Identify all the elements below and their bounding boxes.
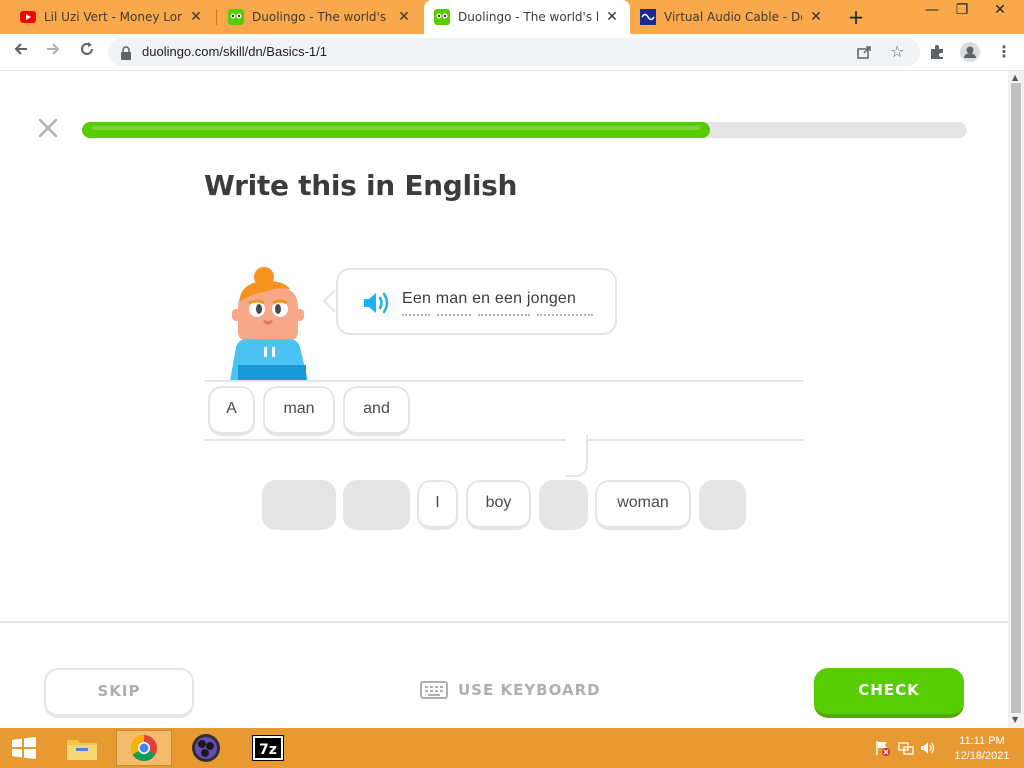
word-hint-underline bbox=[478, 314, 530, 316]
scroll-down-icon[interactable]: ▼ bbox=[1012, 715, 1018, 724]
word-bank-tile-used bbox=[699, 480, 746, 530]
address-bar[interactable]: duolingo.com/skill/dn/Basics-1/1 ☆ bbox=[108, 38, 920, 66]
back-icon[interactable] bbox=[10, 41, 32, 63]
use-keyboard-button[interactable]: USE KEYBOARD bbox=[420, 676, 601, 704]
youtube-icon bbox=[20, 9, 36, 25]
keyboard-icon bbox=[420, 681, 448, 699]
tab-duolingo-active[interactable]: Duolingo - The world's best ✕ bbox=[424, 0, 630, 34]
vac-icon bbox=[640, 9, 656, 25]
clock-time: 11:11 PM bbox=[959, 735, 1005, 747]
answer-line-bottom bbox=[204, 439, 804, 441]
tab-separator bbox=[216, 9, 217, 25]
close-tab-icon[interactable]: ✕ bbox=[188, 9, 204, 25]
lesson-progress-bar bbox=[82, 122, 967, 138]
answer-tile[interactable]: and bbox=[343, 386, 410, 436]
obs-taskbar-icon[interactable] bbox=[178, 730, 234, 766]
browser-toolbar: duolingo.com/skill/dn/Basics-1/1 ☆ ⋮ bbox=[0, 34, 1024, 71]
word-bank-tile[interactable]: I bbox=[417, 480, 458, 530]
tab-title: Duolingo - The world's best bbox=[458, 10, 598, 24]
answer-line-top bbox=[204, 380, 804, 382]
tab-duolingo-1[interactable]: Duolingo - The world's best ✕ bbox=[218, 0, 422, 34]
tab-youtube[interactable]: Lil Uzi Vert - Money Longer ✕ bbox=[0, 0, 214, 34]
lesson-page: Write this in English Een man en een jon bbox=[0, 71, 1008, 728]
new-tab-button[interactable]: + bbox=[844, 5, 868, 29]
network-icon[interactable] bbox=[898, 740, 914, 756]
close-tab-icon[interactable]: ✕ bbox=[604, 9, 620, 25]
share-icon[interactable] bbox=[856, 44, 872, 64]
profile-avatar-icon[interactable] bbox=[960, 42, 980, 66]
progress-highlight bbox=[92, 126, 701, 130]
file-explorer-icon[interactable] bbox=[54, 730, 110, 766]
word-hint-underline bbox=[402, 314, 430, 316]
system-clock[interactable]: 11:11 PM 12/18/2021 bbox=[950, 734, 1014, 764]
clock-date: 12/18/2021 bbox=[954, 750, 1010, 762]
restore-icon[interactable]: ❐ bbox=[946, 0, 978, 22]
url-text[interactable]: duolingo.com/skill/dn/Basics-1/1 bbox=[142, 44, 327, 59]
skip-button[interactable]: SKIP bbox=[44, 668, 194, 718]
word-hint-underline bbox=[537, 314, 593, 316]
answer-tile[interactable]: man bbox=[263, 386, 335, 436]
word-bank-tile-used bbox=[343, 480, 410, 530]
svg-text:7z: 7z bbox=[259, 742, 277, 758]
prompt-sentence[interactable]: Een man en een jongen bbox=[402, 290, 576, 308]
progress-fill bbox=[82, 122, 711, 138]
minimize-icon[interactable]: — bbox=[916, 0, 948, 22]
scrollbar-thumb[interactable] bbox=[1011, 83, 1021, 713]
word-bank-tile[interactable]: boy bbox=[466, 480, 531, 530]
extensions-icon[interactable] bbox=[928, 43, 946, 65]
answer-tile[interactable]: A bbox=[208, 386, 255, 436]
check-button[interactable]: CHECK bbox=[814, 668, 964, 718]
use-keyboard-label: USE KEYBOARD bbox=[458, 681, 601, 699]
bookmark-star-icon[interactable]: ☆ bbox=[890, 42, 904, 61]
action-center-flag-icon[interactable] bbox=[874, 740, 890, 756]
footer-divider bbox=[0, 621, 1008, 623]
character-avatar bbox=[224, 267, 320, 381]
word-bank-tile-used bbox=[262, 480, 336, 530]
window-close-icon[interactable]: ✕ bbox=[984, 0, 1016, 22]
tab-title: Duolingo - The world's best bbox=[252, 10, 390, 24]
challenge-heading: Write this in English bbox=[204, 169, 518, 202]
duolingo-icon bbox=[434, 9, 450, 25]
7zip-taskbar-icon[interactable]: 7z bbox=[240, 730, 296, 766]
speech-bubble: Een man en een jongen bbox=[336, 268, 617, 335]
chrome-taskbar-icon[interactable] bbox=[116, 730, 172, 766]
forward-icon[interactable] bbox=[42, 41, 64, 63]
menu-kebab-icon[interactable]: ⋮ bbox=[996, 42, 1012, 61]
close-tab-icon[interactable]: ✕ bbox=[808, 9, 824, 25]
speaker-icon[interactable] bbox=[362, 290, 392, 316]
tab-virtual-audio-cable[interactable]: Virtual Audio Cable - Download ✕ bbox=[630, 0, 834, 34]
tab-title: Lil Uzi Vert - Money Longer bbox=[44, 10, 182, 24]
quit-lesson-icon[interactable] bbox=[36, 117, 60, 141]
reload-icon[interactable] bbox=[76, 41, 98, 63]
word-bank-tile[interactable]: woman bbox=[595, 480, 691, 530]
word-hint-underline bbox=[437, 314, 471, 316]
start-button[interactable] bbox=[0, 730, 48, 766]
scroll-up-icon[interactable]: ▲ bbox=[1012, 73, 1018, 82]
lock-icon[interactable] bbox=[120, 45, 132, 64]
page-scrollbar[interactable]: ▲ ▼ bbox=[1008, 71, 1024, 728]
close-tab-icon[interactable]: ✕ bbox=[396, 9, 412, 25]
windows-taskbar: 7z 11:11 PM 12/18/2021 bbox=[0, 728, 1024, 768]
word-bank-tile-used bbox=[539, 480, 588, 530]
browser-tab-strip: Lil Uzi Vert - Money Longer ✕ Duolingo -… bbox=[0, 0, 1024, 34]
volume-icon[interactable] bbox=[920, 740, 936, 756]
dragging-tile-ghost bbox=[566, 435, 588, 477]
tab-title: Virtual Audio Cable - Download bbox=[664, 10, 802, 24]
duolingo-icon bbox=[228, 9, 244, 25]
